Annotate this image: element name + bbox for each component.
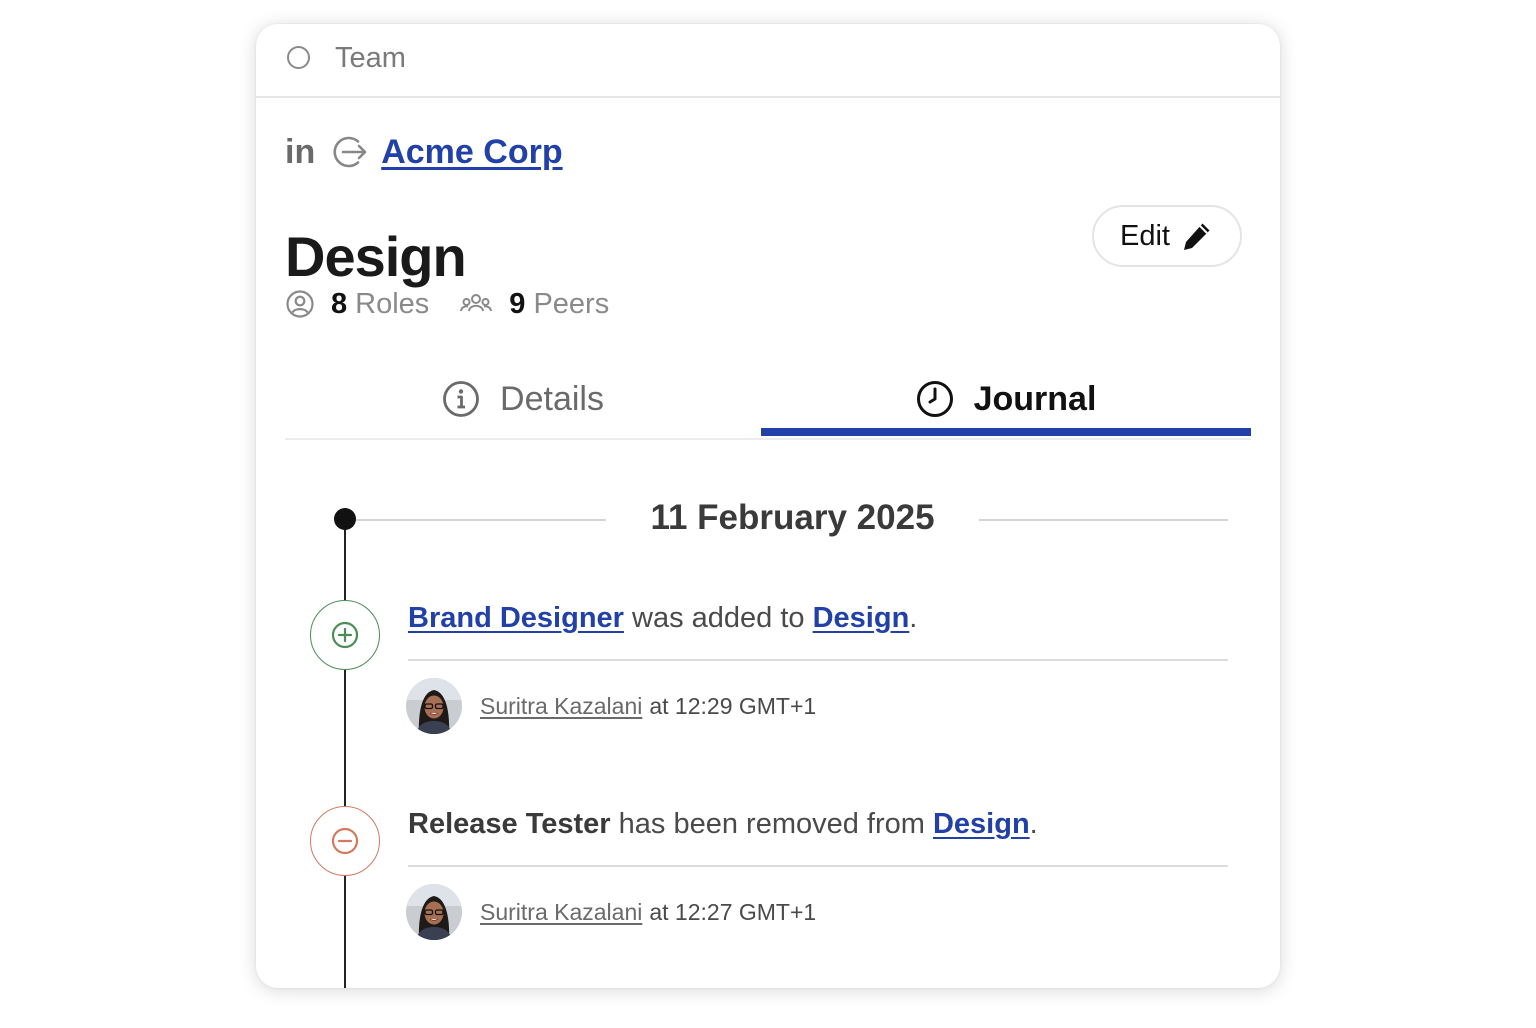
journal-event-text: Release Tester has been removed from Des… [408,808,1038,841]
event-verb: was added to [623,602,813,634]
event-added-marker [310,600,380,670]
timeline-line [344,518,346,988]
peers-icon [460,294,493,312]
journal-event-text: Brand Designer was added to Design. [408,602,917,635]
avatar [406,884,462,940]
event-subject: Release Tester [408,808,611,840]
roles-label: Roles [355,287,430,320]
event-end: . [909,602,918,634]
team-stats: 8 Roles 9 Peers [285,286,609,322]
active-tab-indicator [761,428,1251,436]
event-author-link[interactable]: Suritra Kazalani [480,899,642,926]
event-target-link[interactable]: Design [813,602,910,634]
peers-label: Peers [533,287,610,320]
parent-breadcrumb: in Acme Corp [285,130,563,174]
journal-date: 11 February 2025 [650,498,935,537]
event-time: at 12:27 GMT+1 [649,898,817,925]
tab-journal-label: Journal [973,379,1097,418]
event-verb: has been removed from [610,808,933,840]
parent-org-icon [333,136,367,168]
circle-icon [287,46,310,69]
minus-circle-icon [331,827,359,855]
timeline-start-dot [334,508,356,530]
tab-journal[interactable]: Journal [761,360,1251,438]
parent-prefix: in [285,132,316,171]
event-divider [408,865,1228,867]
event-author-link[interactable]: Suritra Kazalani [480,693,642,720]
parent-org-link[interactable]: Acme Corp [381,133,562,172]
edit-button[interactable]: Edit [1092,205,1242,267]
peers-count: 9 [509,287,526,320]
plus-circle-icon [331,621,359,649]
info-icon [443,381,479,417]
event-end: . [1029,808,1038,840]
event-divider [408,659,1228,661]
role-icon [286,290,314,318]
avatar [406,678,462,734]
roles-count: 8 [331,287,348,320]
event-subject-link[interactable]: Brand Designer [408,602,624,634]
tab-bar: Details Journal [285,360,1251,440]
event-author-row: Suritra Kazalani at 12:29 GMT+1 [406,677,816,735]
edit-button-label: Edit [1120,219,1170,252]
event-time: at 12:29 GMT+1 [649,692,817,719]
team-card: Team in Acme Corp Design Edit 8 Roles 9 … [256,24,1280,988]
tab-details-label: Details [500,379,604,418]
page-title: Design [285,225,467,288]
event-target-link[interactable]: Design [933,808,1030,840]
pencil-icon [1183,223,1210,250]
clock-icon [916,381,953,417]
date-divider-left [356,519,606,521]
event-author-row: Suritra Kazalani at 12:27 GMT+1 [406,883,816,941]
event-removed-marker [310,806,380,876]
entity-type-bar: Team [256,24,1280,98]
date-divider-right [979,519,1228,521]
tab-details[interactable]: Details [285,360,761,438]
entity-type-label: Team [335,42,406,74]
